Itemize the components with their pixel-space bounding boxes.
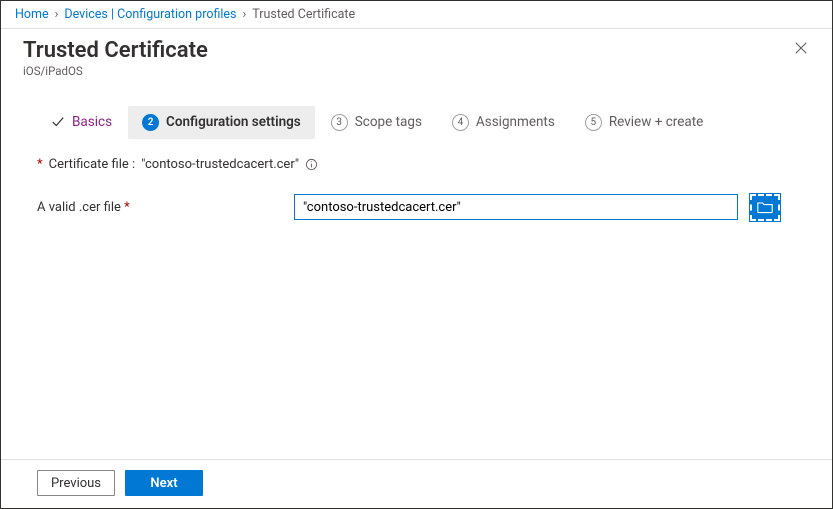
- certificate-file-label-prefix: Certificate file :: [49, 157, 136, 172]
- check-icon: [51, 115, 65, 129]
- chevron-right-icon: ›: [55, 7, 59, 22]
- step-number-badge: 5: [585, 114, 602, 131]
- wizard-step-review-create[interactable]: 5 Review + create: [571, 106, 717, 139]
- configuration-form: * Certificate file : "contoso-trustedcac…: [1, 139, 832, 221]
- wizard-step-label: Assignments: [476, 114, 555, 130]
- page-subtitle: iOS/iPadOS: [1, 64, 832, 78]
- wizard-steps: Basics 2 Configuration settings 3 Scope …: [37, 106, 832, 139]
- folder-icon: [757, 200, 773, 214]
- previous-button[interactable]: Previous: [37, 470, 115, 496]
- step-number-badge: 4: [452, 114, 469, 131]
- wizard-step-label: Review + create: [609, 114, 703, 130]
- wizard-footer: Previous Next: [1, 459, 832, 508]
- valid-cer-file-label: A valid .cer file *: [37, 200, 282, 215]
- wizard-step-assignments[interactable]: 4 Assignments: [438, 106, 569, 139]
- cer-file-input[interactable]: [294, 194, 738, 220]
- wizard-step-label: Scope tags: [355, 114, 422, 130]
- chevron-right-icon: ›: [243, 7, 247, 22]
- required-asterisk: *: [124, 200, 130, 215]
- required-asterisk: *: [37, 157, 43, 172]
- close-icon: [794, 41, 808, 55]
- wizard-step-label: Basics: [72, 114, 112, 130]
- wizard-step-scope-tags[interactable]: 3 Scope tags: [317, 106, 436, 139]
- close-button[interactable]: [788, 37, 814, 63]
- info-icon[interactable]: [305, 158, 318, 171]
- certificate-file-name: "contoso-trustedcacert.cer": [141, 157, 299, 172]
- page-title: Trusted Certificate: [23, 37, 208, 65]
- breadcrumb-current: Trusted Certificate: [252, 7, 355, 22]
- wizard-step-label: Configuration settings: [166, 114, 301, 130]
- breadcrumb-home[interactable]: Home: [15, 7, 49, 22]
- wizard-step-basics[interactable]: Basics: [37, 106, 126, 138]
- certificate-file-summary: * Certificate file : "contoso-trustedcac…: [37, 157, 796, 172]
- breadcrumb: Home › Devices | Configuration profiles …: [1, 1, 832, 29]
- step-number-badge: 3: [331, 114, 348, 131]
- browse-file-button[interactable]: [750, 194, 780, 221]
- next-button[interactable]: Next: [125, 470, 203, 496]
- step-number-badge: 2: [142, 114, 159, 131]
- wizard-step-configuration-settings[interactable]: 2 Configuration settings: [128, 106, 315, 139]
- breadcrumb-devices[interactable]: Devices | Configuration profiles: [64, 7, 236, 22]
